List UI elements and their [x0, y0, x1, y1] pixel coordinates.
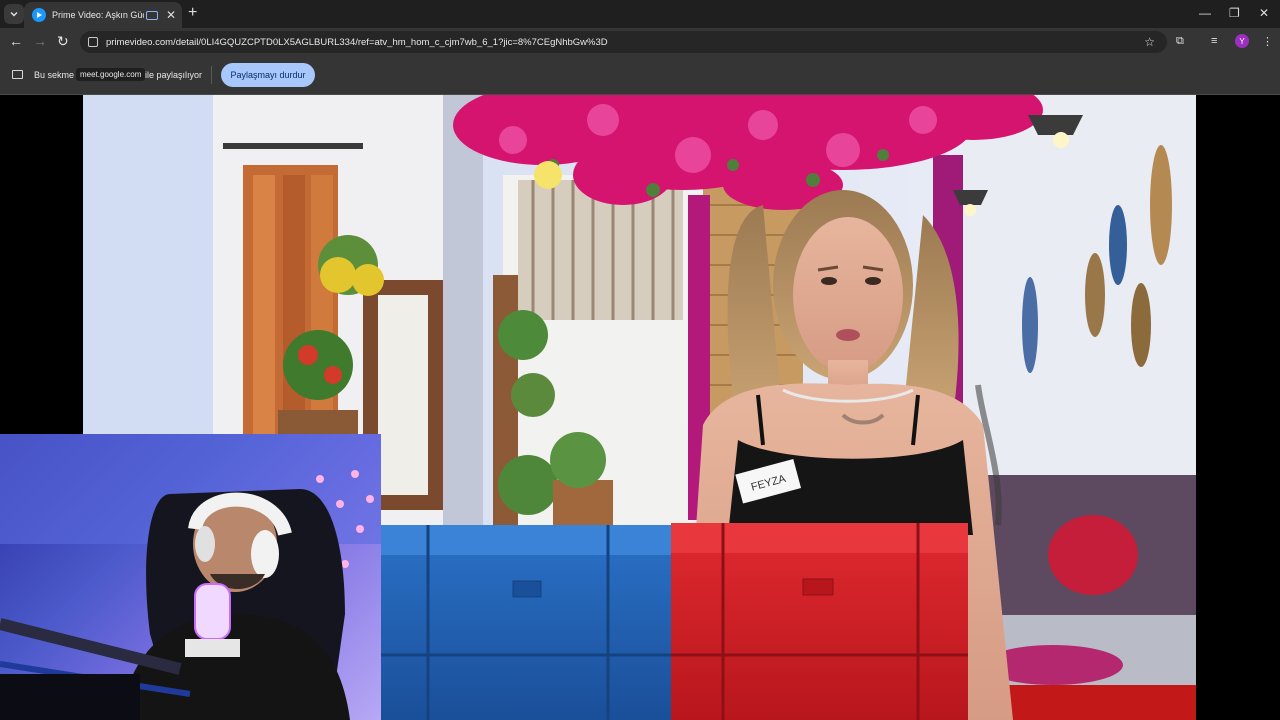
- close-tab-icon[interactable]: ✕: [166, 8, 176, 22]
- stop-sharing-button[interactable]: Paylaşmayı durdur: [221, 63, 315, 87]
- forward-arrow-icon[interactable]: →: [33, 34, 47, 48]
- video-player[interactable]: FEYZA: [0, 95, 1280, 720]
- media-controls-icon[interactable]: ≡: [1211, 35, 1217, 47]
- share-domain-chip: meet.google.com: [76, 68, 146, 81]
- restore-icon[interactable]: ❐: [1229, 6, 1240, 20]
- tab-search-button[interactable]: [4, 4, 24, 24]
- tab-prime-video[interactable]: Prime Video: Aşkın Gücü ✕: [24, 2, 182, 28]
- tab-sharing-bar: Bu sekme meet.google.com ile paylaşılıyo…: [0, 56, 1280, 94]
- minimize-icon[interactable]: —: [1199, 6, 1211, 20]
- browser-toolbar: ← → ↻ primevideo.com/detail/0LI4GQUZCPTD…: [0, 28, 1280, 56]
- screen-share-icon: [12, 70, 23, 79]
- address-bar[interactable]: primevideo.com/detail/0LI4GQUZCPTD0LX5AG…: [80, 31, 1167, 53]
- address-url: primevideo.com/detail/0LI4GQUZCPTD0LX5AG…: [106, 36, 608, 48]
- new-tab-icon[interactable]: +: [188, 5, 197, 21]
- close-window-icon[interactable]: ✕: [1259, 6, 1269, 20]
- tab-casting-icon: [146, 10, 158, 20]
- chevron-down-icon: [10, 12, 18, 17]
- tab-title: Prime Video: Aşkın Gücü: [52, 10, 144, 20]
- menu-kebab-icon[interactable]: ⋮: [1262, 35, 1273, 48]
- webcam-overlay: [0, 434, 381, 720]
- tab-strip: Prime Video: Aşkın Gücü ✕ + — ❐ ✕: [0, 0, 1280, 28]
- bookmark-star-icon[interactable]: ☆: [1144, 35, 1155, 49]
- extensions-icon[interactable]: ⧉: [1176, 35, 1184, 48]
- profile-avatar[interactable]: Y: [1235, 34, 1249, 48]
- back-arrow-icon[interactable]: ←: [9, 34, 23, 48]
- share-text-after: ile paylaşılıyor: [145, 70, 203, 80]
- reload-icon[interactable]: ↻: [57, 34, 69, 48]
- prime-video-favicon-icon: [32, 8, 46, 22]
- share-text-before: Bu sekme: [34, 70, 75, 80]
- share-bar-separator: [211, 66, 212, 84]
- site-info-icon[interactable]: [88, 37, 98, 47]
- webcam-illustration: [0, 434, 381, 720]
